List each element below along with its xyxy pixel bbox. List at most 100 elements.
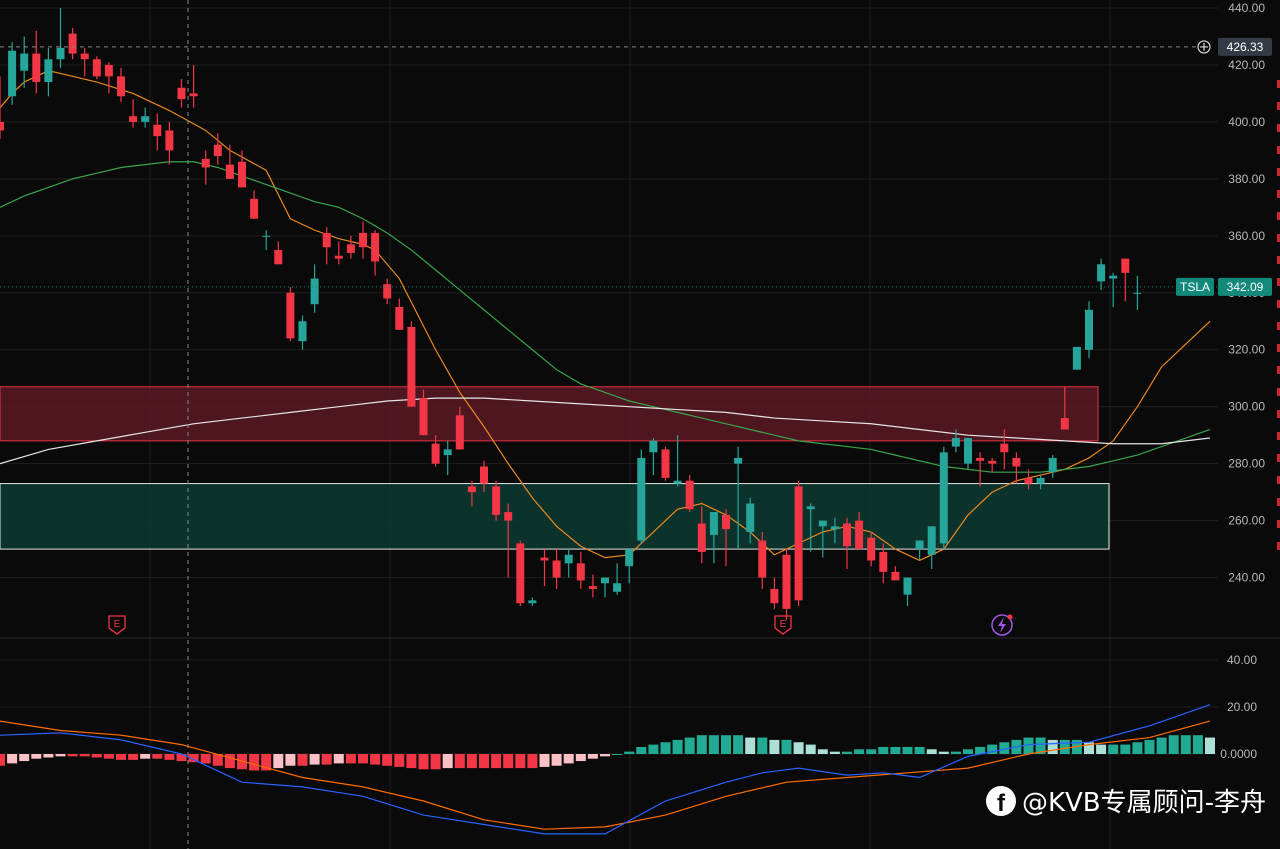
candle xyxy=(225,144,234,179)
lightning-icon[interactable] xyxy=(991,614,1013,636)
macd-histogram-bar xyxy=(249,754,260,771)
macd-histogram-bar xyxy=(1096,744,1107,754)
macd-histogram-bar xyxy=(479,754,489,769)
ticker-label: TSLA xyxy=(1180,280,1210,294)
price-tick-label: 380.00 xyxy=(1228,172,1265,186)
macd-histogram-bar xyxy=(79,754,90,757)
crosshair-price-label: 426.33 xyxy=(1227,40,1264,54)
macd-histogram-bar xyxy=(128,754,139,760)
candle xyxy=(661,446,670,481)
macd-tick-label: 20.00 xyxy=(1227,700,1257,714)
macd-histogram-bar xyxy=(164,754,175,760)
chart-canvas[interactable]: EE440.00420.00400.00380.00360.00340.0032… xyxy=(0,0,1280,849)
price-tick-label: 240.00 xyxy=(1228,571,1265,585)
macd-histogram-bar xyxy=(140,754,151,759)
price-tick-label: 440.00 xyxy=(1228,1,1265,15)
candle xyxy=(964,438,972,470)
macd-histogram-bar xyxy=(914,746,925,754)
candle xyxy=(44,47,53,97)
macd-histogram-bar xyxy=(938,751,949,754)
candle xyxy=(673,435,682,487)
macd-histogram-bar xyxy=(200,754,211,764)
macd-histogram-bar xyxy=(152,754,163,759)
watermark-text: @KVB专属顾问-李舟 xyxy=(1021,788,1266,818)
macd-histogram-bar xyxy=(648,744,659,754)
candle xyxy=(129,99,138,128)
macd-histogram-bar xyxy=(297,754,308,766)
macd-histogram-bar xyxy=(829,751,840,754)
candle xyxy=(492,480,501,521)
macd-histogram-bar xyxy=(394,754,405,767)
candle xyxy=(56,8,65,68)
macd-histogram-bar xyxy=(224,754,235,769)
macd-histogram-bar xyxy=(878,746,889,754)
candle xyxy=(637,449,646,544)
macd-histogram-bar xyxy=(793,742,804,754)
macd-histogram-bar xyxy=(672,739,683,754)
macd-histogram-bar xyxy=(817,749,828,754)
macd-histogram-bar xyxy=(382,754,393,766)
facebook-icon: f xyxy=(985,785,1016,816)
macd-tick-label: 0.0000 xyxy=(1220,747,1257,761)
macd-histogram-bar xyxy=(67,754,78,757)
macd-histogram-bar xyxy=(466,754,477,769)
macd-histogram-bar xyxy=(781,739,792,754)
macd-histogram-bar xyxy=(696,735,707,754)
candle xyxy=(516,540,525,607)
candle xyxy=(80,47,89,77)
candle xyxy=(371,230,380,276)
macd-histogram-bar xyxy=(854,749,865,754)
macd-histogram-bar xyxy=(902,746,913,754)
macd-histogram-bar xyxy=(721,735,731,754)
macd-histogram-bar xyxy=(587,754,598,759)
macd-histogram-bar xyxy=(684,737,695,754)
candle xyxy=(976,452,985,487)
candle xyxy=(782,549,791,621)
candle xyxy=(20,36,29,88)
macd-histogram-bar xyxy=(19,754,30,762)
candle xyxy=(625,549,634,584)
macd-histogram-bar xyxy=(370,754,381,765)
candle xyxy=(1121,258,1130,302)
macd-histogram-bar xyxy=(1144,739,1155,754)
candle xyxy=(1097,258,1106,290)
candle xyxy=(395,298,404,330)
macd-histogram-bar xyxy=(515,754,526,769)
candle xyxy=(8,42,17,105)
price-tick-label: 260.00 xyxy=(1228,514,1265,528)
macd-histogram-bar xyxy=(345,754,356,764)
price-tick-label: 420.00 xyxy=(1228,58,1265,72)
macd-histogram-bar xyxy=(31,754,42,759)
macd-histogram-bar xyxy=(1205,737,1215,754)
earnings-marker[interactable]: E xyxy=(108,615,126,635)
candle xyxy=(298,315,307,350)
price-tick-label: 300.00 xyxy=(1228,400,1265,414)
macd-histogram-bar xyxy=(358,754,368,764)
candle xyxy=(117,67,125,102)
candle xyxy=(201,150,210,185)
macd-histogram-bar xyxy=(551,754,562,766)
crosshair-price-tag: 426.33 xyxy=(1197,37,1272,56)
macd-histogram-bar xyxy=(660,742,671,754)
macd-histogram-bar xyxy=(926,749,937,754)
macd-histogram-bar xyxy=(1168,735,1179,754)
earnings-marker-label: E xyxy=(780,619,787,630)
macd-histogram-bar xyxy=(273,754,284,769)
macd-histogram-bar xyxy=(1180,735,1191,754)
candle xyxy=(576,551,585,589)
last-price-label: 342.09 xyxy=(1227,280,1264,294)
candle xyxy=(1072,346,1081,370)
candle xyxy=(262,230,271,251)
candle xyxy=(141,107,150,128)
candle xyxy=(915,540,924,561)
candle xyxy=(359,221,367,259)
earnings-marker[interactable]: E xyxy=(774,615,792,635)
macd-histogram-bar xyxy=(491,754,502,769)
candle xyxy=(843,517,851,570)
candle xyxy=(1133,275,1142,310)
candle xyxy=(92,56,101,80)
watermark: f @KVB专属顾问-李舟 xyxy=(985,782,1266,819)
zone-resistance xyxy=(0,386,1099,442)
macd-axis[interactable]: 40.00 20.00 0.0000 xyxy=(1220,653,1257,761)
macd-histogram-bar xyxy=(285,754,296,766)
